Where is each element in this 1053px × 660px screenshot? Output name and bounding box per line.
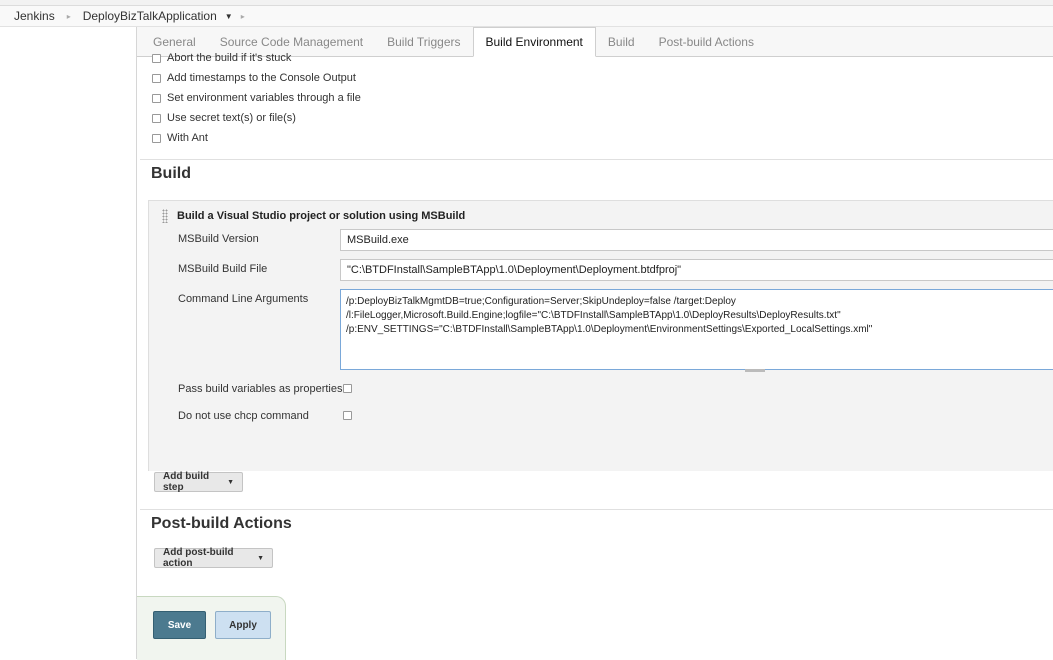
save-button[interactable]: Save	[153, 611, 206, 639]
option-label: Set environment variables through a file	[167, 92, 361, 104]
build-section-title: Build	[151, 165, 191, 182]
option-label: Add timestamps to the Console Output	[167, 72, 356, 84]
sidebar-divider	[136, 27, 137, 659]
tab-build[interactable]: Build	[596, 28, 647, 56]
no-chcp-checkbox[interactable]	[343, 411, 352, 420]
msbuild-build-file-input[interactable]: "C:\BTDFInstall\SampleBTApp\1.0\Deployme…	[340, 259, 1053, 281]
option-label: With Ant	[167, 132, 208, 144]
no-chcp-label: Do not use chcp command	[178, 410, 309, 422]
tab-post-build-actions[interactable]: Post-build Actions	[647, 28, 766, 56]
msbuild-build-file-label: MSBuild Build File	[178, 263, 268, 275]
breadcrumb-separator-icon: ▸	[240, 11, 245, 21]
textarea-resize-handle[interactable]	[745, 369, 765, 372]
add-post-build-action-button[interactable]: Add post-build action ▼	[154, 547, 273, 569]
option-label: Use secret text(s) or file(s)	[167, 112, 296, 124]
abort-stuck-checkbox[interactable]	[152, 53, 161, 63]
section-divider	[140, 159, 1053, 160]
section-divider	[140, 509, 1053, 510]
msbuild-step-title: Build a Visual Studio project or solutio…	[177, 210, 466, 222]
add-build-step-label: Add build step	[163, 471, 210, 493]
pass-build-vars-checkbox[interactable]	[343, 384, 352, 393]
option-secret-text[interactable]: Use secret text(s) or file(s)	[152, 112, 296, 124]
add-build-step-button[interactable]: Add build step ▼	[154, 471, 243, 493]
env-vars-file-checkbox[interactable]	[152, 93, 161, 103]
option-abort-stuck[interactable]: Abort the build if it's stuck	[152, 52, 291, 64]
command-line-args-textarea[interactable]: /p:DeployBizTalkMgmtDB=true;Configuratio…	[340, 289, 1053, 370]
msbuild-version-label: MSBuild Version	[178, 233, 259, 245]
secret-text-checkbox[interactable]	[152, 113, 161, 123]
option-label: Abort the build if it's stuck	[167, 52, 292, 64]
cmd-arg-line: /p:ENV_SETTINGS="C:\BTDFInstall\SampleBT…	[346, 324, 873, 335]
msbuild-version-select[interactable]: MSBuild.exe	[340, 229, 1053, 251]
caret-down-icon: ▼	[227, 478, 234, 486]
breadcrumb: Jenkins ▸ DeployBizTalkApplication ▼ ▸	[0, 6, 1053, 27]
breadcrumb-job[interactable]: DeployBizTalkApplication	[79, 9, 221, 23]
cmd-arg-line: /p:DeployBizTalkMgmtDB=true;Configuratio…	[346, 296, 736, 307]
breadcrumb-jenkins[interactable]: Jenkins	[10, 9, 59, 23]
pass-build-vars-label: Pass build variables as properties	[178, 383, 343, 395]
option-env-vars-file[interactable]: Set environment variables through a file	[152, 92, 361, 104]
option-add-timestamps[interactable]: Add timestamps to the Console Output	[152, 72, 356, 84]
tab-build-triggers[interactable]: Build Triggers	[375, 28, 472, 56]
with-ant-checkbox[interactable]	[152, 133, 161, 143]
caret-down-icon: ▼	[257, 554, 264, 562]
cmd-arg-line: /l:FileLogger,Microsoft.Build.Engine;log…	[346, 310, 841, 321]
add-post-build-action-label: Add post-build action	[163, 547, 234, 569]
breadcrumb-separator-icon: ▸	[66, 11, 71, 21]
chevron-down-icon[interactable]: ▼	[225, 12, 233, 21]
post-build-section-title: Post-build Actions	[151, 515, 292, 532]
add-timestamps-checkbox[interactable]	[152, 73, 161, 83]
apply-button[interactable]: Apply	[215, 611, 271, 639]
option-with-ant[interactable]: With Ant	[152, 132, 208, 144]
command-line-args-label: Command Line Arguments	[178, 293, 309, 305]
tab-build-environment[interactable]: Build Environment	[472, 27, 596, 57]
drag-handle-icon[interactable]	[162, 209, 168, 223]
